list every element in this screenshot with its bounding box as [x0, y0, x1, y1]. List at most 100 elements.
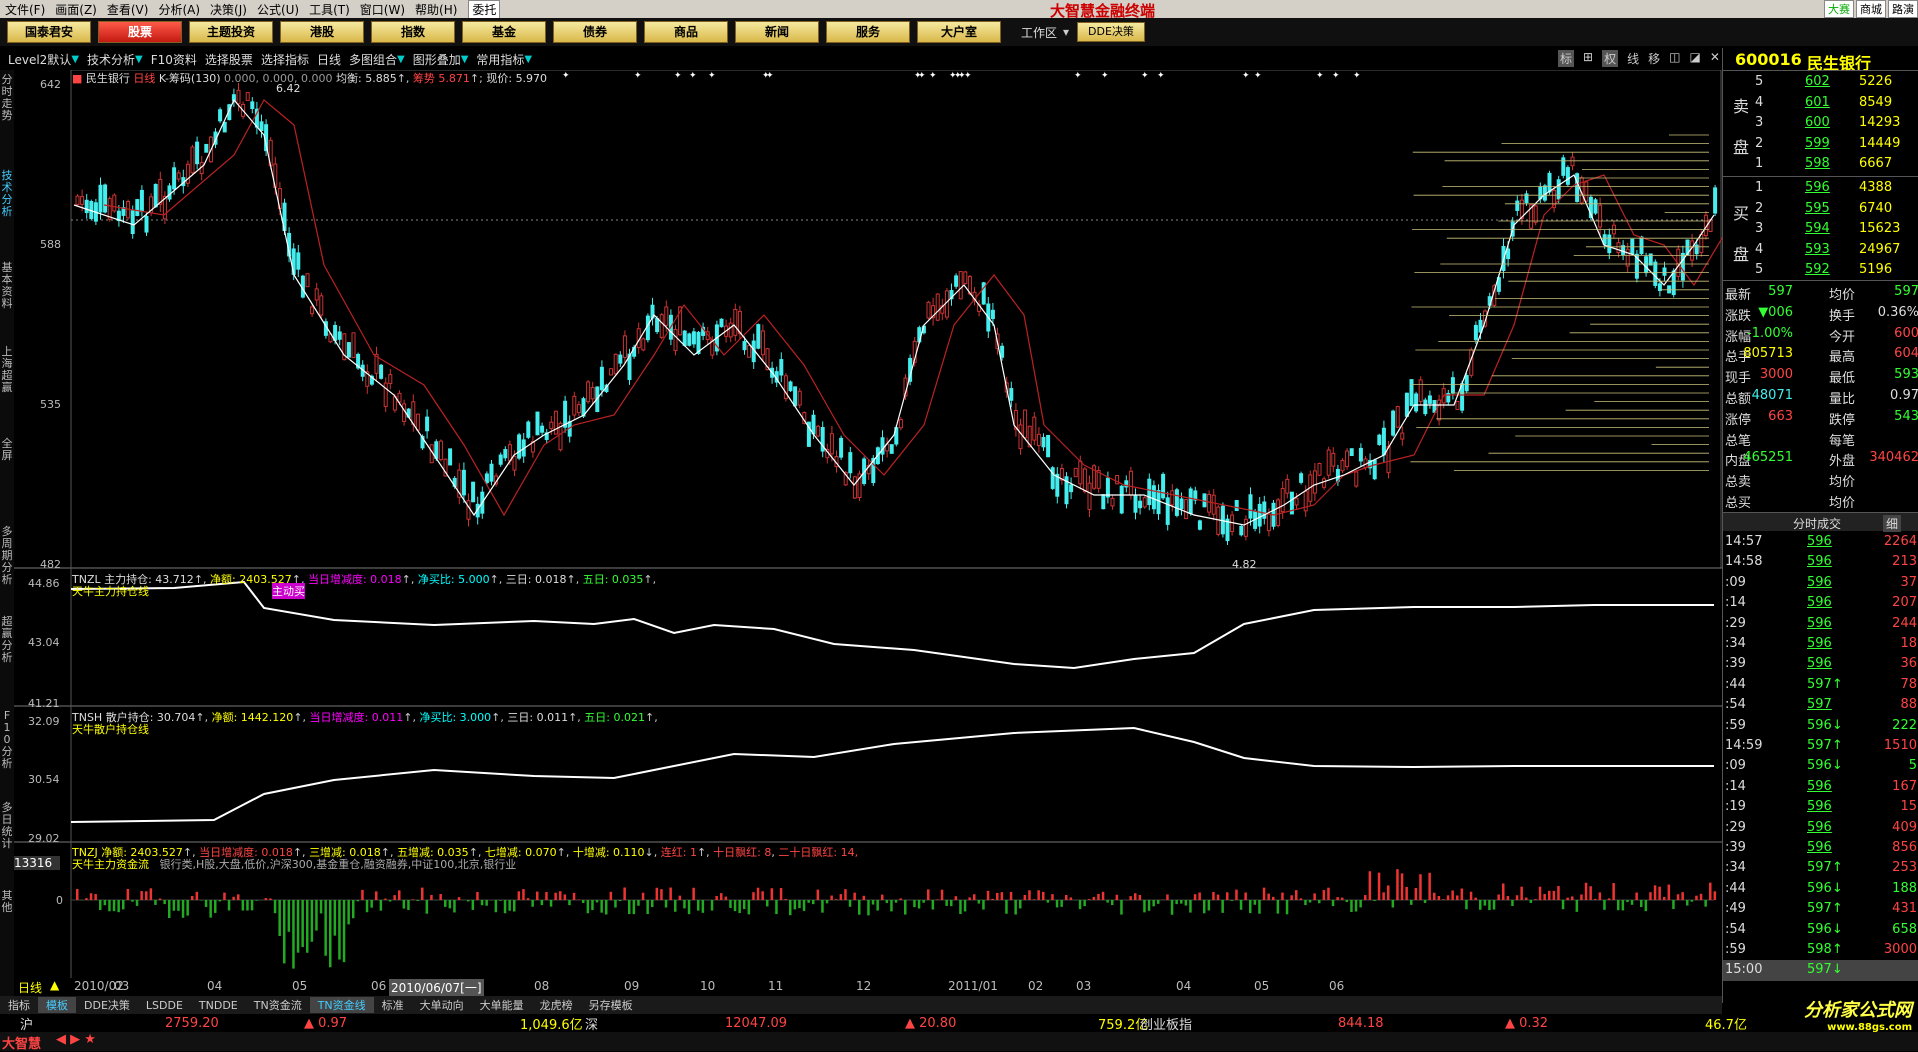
toolbar-icon-button[interactable]: ⊞: [1583, 50, 1593, 67]
chart-area[interactable]: ✦✦✦✦✦✦✦✦✦✦✦✦✦✦✦✦✦✦✦✦✦✦✦: [14, 70, 1722, 978]
nav-button[interactable]: 指数: [371, 21, 455, 43]
bottom-tab[interactable]: TN资金流: [246, 997, 310, 1013]
menu-item[interactable]: 窗口(W): [355, 1, 410, 18]
toolbar-item[interactable]: 选择指标: [261, 51, 309, 68]
bottom-tab[interactable]: 指标: [0, 997, 38, 1013]
bottom-tab[interactable]: 模板: [38, 997, 76, 1013]
toolbar-icon-button[interactable]: 权: [1602, 50, 1618, 67]
bottom-tab[interactable]: 大单动向: [412, 997, 472, 1013]
toolbar-icon-button[interactable]: 标: [1558, 50, 1574, 67]
left-tab[interactable]: 多周期分析: [1, 526, 13, 586]
tnzj-bar: [1594, 899, 1597, 900]
top-link[interactable]: 路演: [1888, 0, 1918, 18]
toolbar-item[interactable]: F10资料: [151, 51, 197, 68]
dropdown-arrow-icon[interactable]: ▼: [397, 54, 405, 65]
dropdown-arrow-icon[interactable]: ▼: [135, 54, 143, 65]
xtuo-button[interactable]: 委托: [468, 0, 500, 19]
toolbar-item[interactable]: 常用指标: [476, 51, 524, 68]
tnzj-bar: [840, 894, 843, 900]
toolbar-icon-button[interactable]: ◫: [1669, 50, 1680, 67]
menu-item[interactable]: 文件(F): [0, 1, 50, 18]
left-tab[interactable]: 分时走势: [1, 74, 13, 122]
nav-button[interactable]: 新闻: [735, 21, 819, 43]
bottom-tab[interactable]: 标准: [374, 997, 412, 1013]
left-tab[interactable]: 基本资料: [1, 262, 13, 310]
period-up-icon[interactable]: ▲: [50, 978, 59, 992]
dropdown-arrow-icon[interactable]: ▼: [461, 54, 469, 65]
dropdown-arrow-icon[interactable]: ▼: [524, 54, 532, 65]
tnzj-bar: [545, 892, 548, 900]
toolbar-icon-button[interactable]: 移: [1648, 50, 1660, 67]
candle: [1548, 173, 1551, 192]
candle: [1571, 157, 1574, 166]
candle: [1451, 378, 1454, 393]
menu-item[interactable]: 查看(V): [102, 1, 154, 18]
toolbar-icon-button[interactable]: ✕: [1710, 50, 1720, 67]
toolbar-item[interactable]: 选择股票: [205, 51, 253, 68]
menu-item[interactable]: 工具(T): [304, 1, 355, 18]
nav-arrows[interactable]: ◀ ▶ ★: [56, 1032, 96, 1047]
nav-button[interactable]: 国泰君安: [7, 21, 91, 43]
ticks-detail-button[interactable]: 细: [1883, 515, 1901, 532]
left-tab[interactable]: 技术分析: [1, 170, 13, 218]
toolbar-icon-button[interactable]: 线: [1627, 50, 1639, 67]
nav-button[interactable]: 大户室: [917, 21, 1001, 43]
stock-header: 600016民生银行: [1723, 48, 1918, 70]
candle: [1474, 325, 1477, 339]
bottom-tab[interactable]: 龙虎榜: [532, 997, 581, 1013]
period-label[interactable]: 日线: [18, 979, 42, 996]
workarea-label[interactable]: 工作区: [1021, 24, 1057, 41]
left-tab[interactable]: 多日统计: [1, 802, 13, 850]
bottom-tab[interactable]: TN资金线: [310, 997, 374, 1013]
menu-item[interactable]: 决策(J): [205, 1, 252, 18]
tnzj-bar: [1189, 900, 1192, 913]
ticks-header-label[interactable]: 分时成交: [1793, 515, 1841, 532]
nav-button[interactable]: 港股: [280, 21, 364, 43]
dde-button[interactable]: DDE决策: [1077, 22, 1145, 42]
top-link[interactable]: 商城: [1856, 0, 1886, 18]
menu-item[interactable]: 分析(A): [153, 1, 205, 18]
toolbar-icon-button[interactable]: ◪: [1689, 50, 1700, 67]
menu-item[interactable]: 帮助(H): [410, 1, 462, 18]
candle: [1235, 501, 1238, 511]
left-tab[interactable]: 全屏: [1, 438, 13, 462]
toolbar-item[interactable]: 日线: [317, 51, 341, 68]
dropdown-arrow-icon[interactable]: ▼: [71, 54, 79, 65]
nav-button[interactable]: 服务: [826, 21, 910, 43]
nav-button[interactable]: 股票: [98, 21, 182, 43]
toolbar-item[interactable]: Level2默认: [8, 51, 71, 68]
candle: [177, 173, 180, 179]
bottom-tab[interactable]: 大单能量: [472, 997, 532, 1013]
signal-marker: ✦: [1254, 71, 1262, 81]
left-tab[interactable]: F10分析: [1, 710, 13, 770]
tnzj-bar: [587, 900, 590, 913]
tnzj-bar: [269, 898, 272, 900]
workarea-dropdown-icon[interactable]: ▾: [1063, 25, 1069, 39]
y-tick-535: 535: [40, 398, 61, 411]
menu-item[interactable]: 画面(Z): [50, 1, 102, 18]
top-link[interactable]: 大赛: [1824, 0, 1854, 18]
menu-item[interactable]: 公式(U): [252, 1, 304, 18]
bottom-tab[interactable]: 另存模板: [581, 997, 641, 1013]
signal-marker: ✦: [1141, 71, 1149, 81]
candle: [439, 441, 442, 460]
toolbar-item[interactable]: 技术分析: [87, 51, 135, 68]
bottom-tab[interactable]: TNDDE: [191, 999, 246, 1012]
nav-button[interactable]: 债券: [553, 21, 637, 43]
nav-button[interactable]: 主题投资: [189, 21, 273, 43]
bottom-tab[interactable]: DDE决策: [76, 997, 138, 1013]
nav-button[interactable]: 基金: [462, 21, 546, 43]
candle: [1088, 483, 1091, 509]
tnzj-bar: [550, 900, 553, 907]
tnzj-bar: [660, 889, 663, 900]
left-tab[interactable]: 超赢分析: [1, 616, 13, 664]
low-label: 4.82: [1232, 558, 1257, 571]
nav-button[interactable]: 商品: [644, 21, 728, 43]
left-tab[interactable]: 其他: [1, 890, 13, 914]
tnzj-bar: [444, 900, 447, 907]
candle: [600, 367, 603, 389]
toolbar-item[interactable]: 图形叠加: [413, 51, 461, 68]
toolbar-item[interactable]: 多图组合: [349, 51, 397, 68]
left-tab[interactable]: 上海超赢: [1, 346, 13, 394]
bottom-tab[interactable]: LSDDE: [138, 999, 191, 1012]
